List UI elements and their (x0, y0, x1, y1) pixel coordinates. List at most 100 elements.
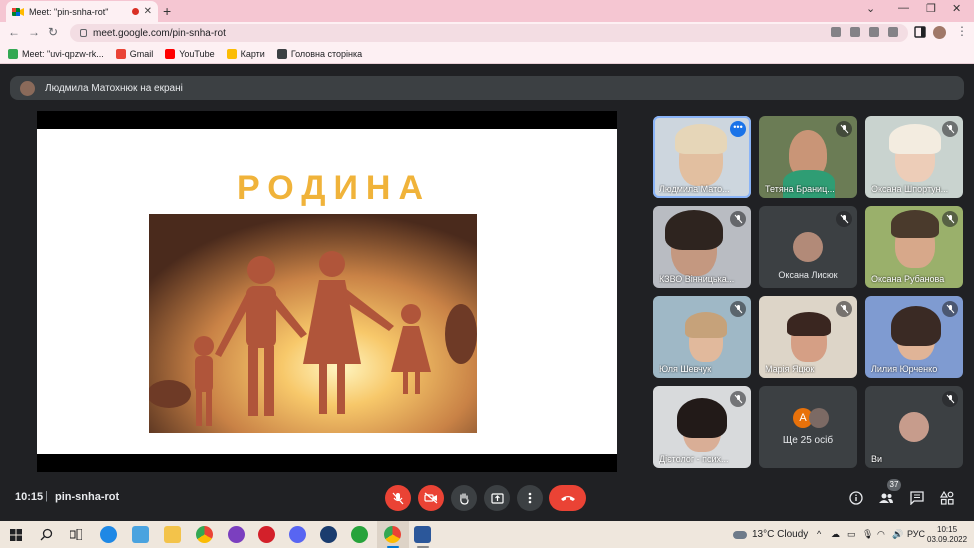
bookmark-gmail[interactable]: Gmail (115, 48, 154, 59)
browser-tab-meet[interactable]: Meet: "pin-snha-rot" ✕ (6, 1, 158, 22)
weather-widget[interactable]: 13°C Cloudy (733, 529, 808, 540)
participant-name: Юля Шевчук (659, 364, 712, 374)
bookmark-meet[interactable]: Meet: "uvi-qpzw-rk... (8, 48, 104, 59)
mic-off-icon (730, 391, 746, 407)
bookmarks-bar: Meet: "uvi-qpzw-rk... Gmail YouTube Карт… (0, 44, 974, 64)
participant-name: КЗВО Вінницька... (659, 274, 735, 284)
bookmark-youtube[interactable]: YouTube (165, 48, 215, 59)
toggle-mic-button[interactable] (385, 485, 411, 511)
cloud-icon (733, 530, 747, 539)
language-indicator[interactable]: РУС (907, 529, 925, 539)
chrome-icon[interactable] (196, 526, 213, 543)
task-view-icon[interactable] (70, 529, 82, 540)
bookmark-star-icon[interactable] (888, 27, 898, 37)
youtube-icon (165, 48, 176, 59)
share-icon[interactable] (869, 27, 879, 37)
close-window-icon[interactable]: ✕ (952, 2, 961, 15)
camera-permission-icon[interactable] (831, 27, 841, 37)
side-panel-icon[interactable] (914, 26, 926, 38)
participant-tile[interactable]: ••• Людмила Мато... (653, 116, 751, 198)
participant-tile[interactable]: Лилия Юрченко (865, 296, 963, 378)
back-icon[interactable]: ← (8, 25, 20, 39)
participant-tile[interactable]: Оксана Рубанова (865, 206, 963, 288)
battery-icon[interactable]: ▭ (847, 529, 856, 540)
menu-icon[interactable]: ⋮ (956, 24, 968, 38)
more-participants-tile[interactable]: A Ще 25 осіб (759, 386, 857, 468)
mic-off-icon (942, 211, 958, 227)
toggle-camera-button[interactable] (418, 485, 444, 511)
info-icon (849, 491, 863, 505)
activities-icon (940, 491, 954, 505)
present-screen-icon (490, 492, 504, 504)
network-icon[interactable]: ◠ (877, 529, 885, 540)
meet-control-bar: 10:15 | pin-snha-rot 37 (0, 478, 974, 520)
video-feed-hair (889, 124, 941, 154)
people-button[interactable] (878, 490, 894, 506)
bookmark-home-page[interactable]: Головна сторінка (276, 48, 362, 59)
word-icon[interactable] (414, 526, 431, 543)
video-feed-hair (675, 124, 727, 154)
clock-time: 10:15 (937, 525, 958, 534)
presenter-avatar (20, 80, 35, 96)
participant-tile[interactable]: Дієтолог - псих... (653, 386, 751, 468)
mic-off-icon (942, 121, 958, 137)
participant-tile[interactable]: Юля Шевчук (653, 296, 751, 378)
slide-title: РОДИНА (237, 169, 431, 207)
translate-icon[interactable] (850, 27, 860, 37)
participant-tile[interactable]: Оксана Лисюк (759, 206, 857, 288)
participant-name: Людмила Мато... (659, 184, 730, 194)
participant-tile[interactable]: Тетяна Браниц... (759, 116, 857, 198)
photos-app-icon[interactable] (132, 526, 149, 543)
restore-icon[interactable]: ❐ (926, 2, 936, 15)
video-feed-hair (685, 312, 727, 338)
recording-indicator-icon (131, 8, 139, 15)
opera-icon[interactable] (258, 526, 275, 543)
onedrive-icon[interactable]: ☁ (831, 529, 840, 540)
more-options-icon[interactable]: ••• (730, 121, 746, 137)
meeting-details-button[interactable] (848, 490, 864, 506)
participant-name: Оксана Шпортун... (871, 184, 949, 194)
address-bar[interactable]: meet.google.com/pin-snha-rot (70, 24, 908, 42)
clock-date: 03.09.2022 (927, 535, 968, 544)
raise-hand-button[interactable] (451, 485, 477, 511)
self-tile[interactable]: Ви (865, 386, 963, 468)
edge-icon[interactable] (100, 526, 117, 543)
camera-off-icon (424, 492, 438, 504)
close-tab-icon[interactable]: ✕ (144, 6, 152, 17)
more-options-button[interactable] (517, 485, 543, 511)
participant-tile[interactable]: Марія Яцюк (759, 296, 857, 378)
new-tab-icon[interactable]: + (163, 3, 171, 19)
reload-icon[interactable]: ↻ (48, 25, 58, 39)
gmail-icon (115, 48, 126, 59)
forward-icon[interactable]: → (28, 25, 40, 39)
activities-button[interactable] (939, 490, 955, 506)
shared-slide: РОДИНА (37, 129, 617, 454)
bookmark-maps[interactable]: Карти (226, 48, 265, 59)
volume-icon[interactable]: 🔊 (892, 529, 903, 540)
microphone-icon[interactable]: 🎙 (862, 529, 873, 540)
participant-tile[interactable]: Оксана Шпортун... (865, 116, 963, 198)
windows-taskbar: 13°C Cloudy ^ ☁ ▭ 🎙 ◠ 🔊 РУС 10:15 03.09.… (0, 521, 974, 548)
windows-start-icon[interactable] (10, 529, 22, 541)
profile-avatar[interactable] (933, 26, 946, 39)
taskbar-clock[interactable]: 10:15 03.09.2022 (927, 525, 967, 545)
tab-search-icon[interactable]: ⌄ (866, 2, 875, 15)
url-text: meet.google.com/pin-snha-rot (93, 27, 226, 39)
participant-tile[interactable]: КЗВО Вінницька... (653, 206, 751, 288)
mic-off-icon (836, 211, 852, 227)
bookmark-label: Gmail (129, 48, 154, 59)
leave-call-button[interactable] (549, 485, 586, 511)
minimize-icon[interactable]: — (898, 2, 909, 14)
participant-photo-avatar (809, 408, 829, 428)
torrent-icon[interactable] (351, 526, 368, 543)
show-hidden-icons-icon[interactable]: ^ (817, 529, 821, 539)
present-now-button[interactable] (484, 485, 510, 511)
mic-off-icon (392, 492, 404, 504)
discord-icon[interactable] (289, 526, 306, 543)
search-icon[interactable] (40, 528, 53, 541)
viber-icon[interactable] (228, 526, 245, 543)
file-explorer-icon[interactable] (164, 526, 181, 543)
ccleaner-icon[interactable] (320, 526, 337, 543)
chrome-active-icon[interactable] (384, 526, 401, 543)
chat-button[interactable] (909, 490, 925, 506)
